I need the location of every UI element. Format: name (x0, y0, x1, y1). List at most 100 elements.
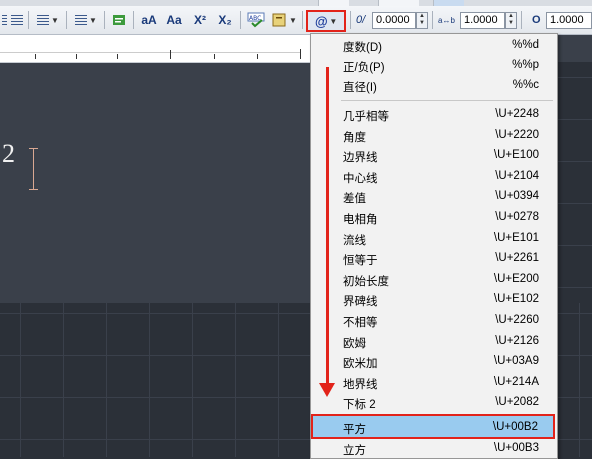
menu-item-code: \U+E200 (493, 272, 539, 285)
menu-item-label: 欧米加 (343, 358, 378, 371)
menu-item-code: %%p (512, 59, 539, 71)
toolbar-separator (521, 11, 522, 29)
menu-item-degrees[interactable]: 度数(D) %%d (312, 36, 555, 56)
menu-item-label: 恒等于 (343, 255, 378, 268)
menu-item-symbol[interactable]: 边界线 \U+E100 (312, 146, 555, 166)
menu-item-symbol[interactable]: 恒等于 \U+2261 (312, 249, 555, 269)
menu-item-label: 立方 (343, 445, 366, 457)
toolbar-separator (240, 11, 241, 29)
ruler-tick (117, 54, 118, 59)
line-spacing-button[interactable]: ▼ (33, 10, 63, 30)
annotation-arrow-head (319, 383, 335, 397)
menu-item-code: %%d (512, 39, 539, 51)
ruler-tick (257, 54, 258, 59)
menu-item-code: \U+2248 (495, 108, 539, 120)
lowercase-button[interactable]: Aa (162, 10, 186, 30)
menu-item-code: %%c (512, 79, 539, 91)
text-editor-area[interactable]: 2 (0, 63, 312, 303)
tracking-input[interactable]: 1.0000 (460, 12, 505, 29)
menu-separator (341, 100, 553, 101)
menu-item-symbol[interactable]: 初始长度 \U+E200 (312, 270, 555, 290)
subscript-button[interactable]: X₂ (214, 10, 236, 30)
menu-item-code: \U+2082 (495, 396, 539, 409)
menu-item-code: \U+2220 (495, 128, 539, 141)
justify-icon[interactable] (0, 10, 8, 30)
superscript-button[interactable]: X² (188, 10, 212, 30)
obliquing-angle-stepper[interactable]: ▲ ▼ (416, 12, 428, 29)
menu-item-code: \U+2261 (495, 252, 539, 265)
toolbar-separator (104, 11, 105, 29)
menu-item-symbol[interactable]: 下标 2 \U+2082 (312, 393, 555, 413)
menu-item-squared[interactable]: 平方 \U+00B2 (311, 414, 555, 439)
menu-item-label: 电相角 (343, 214, 378, 226)
toolbar-separator (28, 11, 29, 29)
menu-item-label: 平方 (343, 424, 366, 436)
menu-item-label: 角度 (343, 131, 366, 144)
ruler-tick (76, 54, 77, 59)
menu-item-code: \U+00B3 (493, 442, 539, 454)
menu-item-code: \U+E101 (493, 231, 539, 244)
menu-item-label: 直径(I) (343, 82, 377, 94)
ruler[interactable] (0, 35, 312, 63)
menu-item-symbol[interactable]: 流线 \U+E101 (312, 229, 555, 249)
ruler-tick (35, 54, 36, 59)
menu-item-label: 中心线 (343, 172, 378, 185)
toolbar-separator (66, 11, 67, 29)
dictionary-button[interactable]: ▼ (269, 10, 299, 30)
ruler-line (0, 52, 300, 53)
uppercase-button[interactable]: aA (138, 10, 160, 30)
menu-item-code: \U+2104 (495, 169, 539, 182)
symbol-button[interactable]: @ ▼ (306, 10, 346, 32)
menu-item-code: \U+214A (493, 375, 539, 388)
menu-item-diameter[interactable]: 直径(I) %%c (312, 76, 555, 96)
distribute-icon[interactable] (10, 10, 24, 30)
menu-item-label: 界碑线 (343, 296, 378, 309)
menu-item-label: 度数(D) (343, 42, 382, 54)
ruler-tick (214, 54, 215, 59)
tracking-stepper[interactable]: ▲ ▼ (505, 12, 517, 29)
symbol-button-label: @ (314, 13, 328, 29)
menu-item-label: 欧姆 (343, 337, 366, 350)
menu-item-symbol[interactable]: 电相角 \U+0278 (312, 208, 555, 228)
annotation-arrow (326, 67, 329, 387)
menu-item-symbol[interactable]: 不相等 \U+2260 (312, 311, 555, 331)
ruler-tick (170, 50, 171, 59)
editor-text: 2 (2, 139, 15, 168)
menu-item-symbol[interactable]: 中心线 \U+2104 (312, 167, 555, 187)
menu-item-symbol[interactable]: 角度 \U+2220 (312, 126, 555, 146)
width-factor-label: O (532, 14, 541, 26)
obliquing-angle-input[interactable]: 0.0000 (372, 12, 416, 29)
menu-item-code: \U+E100 (493, 149, 539, 162)
menu-item-symbol[interactable]: 差值 \U+0394 (312, 187, 555, 207)
width-factor-input[interactable]: 1.0000 (546, 12, 592, 29)
insert-field-icon[interactable] (109, 10, 129, 30)
drawing-canvas-right[interactable] (556, 62, 592, 303)
spellcheck-icon[interactable]: ABC (245, 10, 267, 30)
menu-item-code: \U+0394 (495, 190, 539, 203)
menu-item-code: \U+2126 (495, 334, 539, 347)
menu-item-symbol[interactable]: 界碑线 \U+E102 (312, 290, 555, 310)
menu-item-label: 流线 (343, 234, 366, 247)
menu-item-label: 边界线 (343, 152, 378, 165)
menu-item-code: \U+E102 (493, 293, 539, 306)
menu-item-symbol[interactable]: 地界线 \U+214A (312, 373, 555, 393)
menu-item-cubed[interactable]: 立方 \U+00B3 (312, 439, 555, 458)
toolbar-separator (432, 11, 433, 29)
menu-item-label: 地界线 (343, 378, 378, 391)
menu-item-symbol[interactable]: 几乎相等 \U+2248 (312, 105, 555, 125)
menu-item-code: \U+00B2 (492, 421, 538, 433)
menu-item-plus-minus[interactable]: 正/负(P) %%p (312, 56, 555, 76)
menu-item-label: 差值 (343, 193, 366, 206)
menu-item-symbol[interactable]: 欧米加 \U+03A9 (312, 352, 555, 372)
obliquing-angle-label: 0/ (356, 14, 366, 26)
menu-item-label: 初始长度 (343, 275, 389, 288)
numbering-button[interactable]: ▼ (71, 10, 101, 30)
toolbar-separator (302, 11, 303, 29)
toolbar-separator (350, 11, 351, 29)
menu-item-label: 正/负(P) (343, 62, 385, 74)
menu-item-label: 下标 2 (343, 399, 376, 412)
menu-item-label: 不相等 (343, 317, 378, 329)
menu-item-symbol[interactable]: 欧姆 \U+2126 (312, 332, 555, 352)
toolbar-separator (133, 11, 134, 29)
menu-item-code: \U+2260 (495, 314, 539, 326)
